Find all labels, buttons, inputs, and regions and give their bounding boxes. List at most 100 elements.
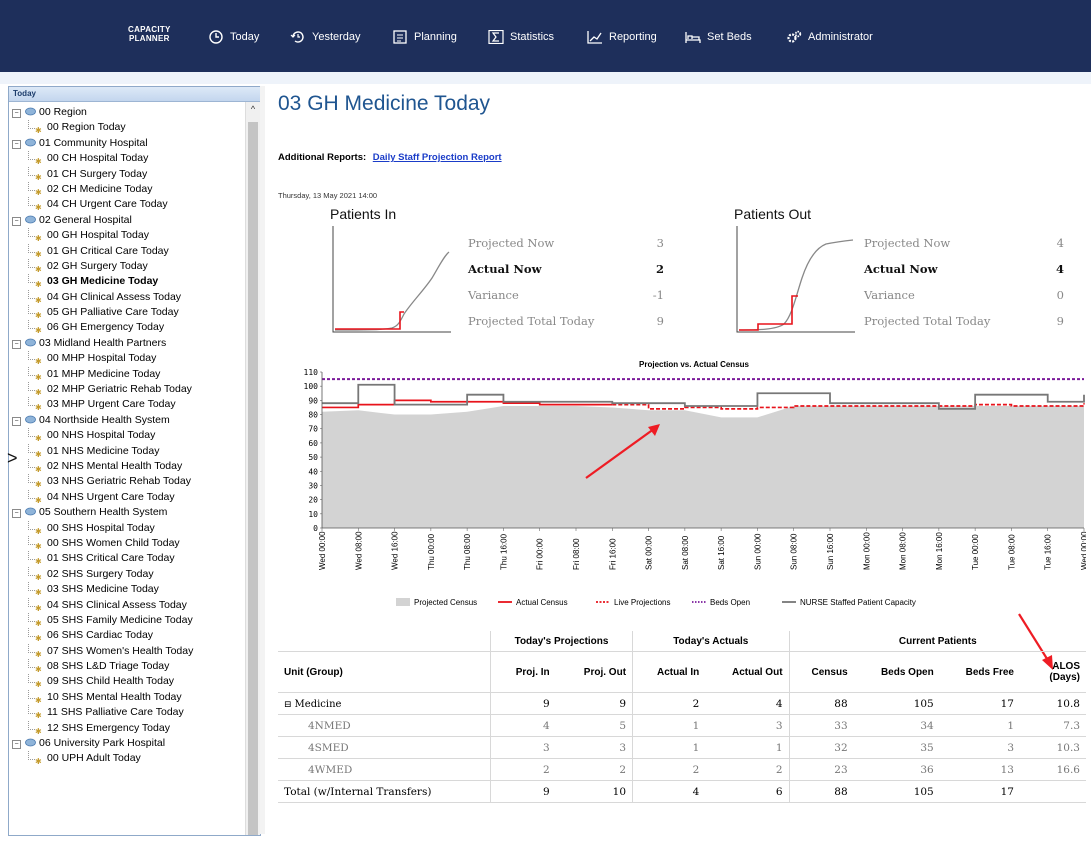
annotation-arrow-chart	[585, 424, 660, 479]
tree-group[interactable]: − 06 University Park Hospital	[9, 736, 245, 751]
tree-item[interactable]: ✱ 00 SHS Hospital Today	[9, 520, 245, 536]
nav-administrator[interactable]: Administrator	[786, 30, 873, 44]
tree-item[interactable]: ✱ 03 SHS Medicine Today	[9, 582, 245, 597]
tree-item[interactable]: ✱ 01 MHP Medicine Today	[9, 366, 245, 382]
tree-connector	[28, 612, 35, 622]
collapse-toggle-icon[interactable]: −	[12, 740, 21, 750]
tree-group[interactable]: − 03 Midland Health Partners	[9, 336, 245, 351]
tree-item[interactable]: ✱ 00 Region Today	[9, 120, 245, 135]
tree-item[interactable]: ✱ 09 SHS Child Health Today	[9, 674, 245, 689]
tree-item[interactable]: ✱ 04 GH Clinical Assess Today	[9, 289, 245, 305]
col-unit-group[interactable]: Unit (Group)	[278, 651, 491, 693]
tree-item[interactable]: ✱ 04 SHS Clinical Assess Today	[9, 597, 245, 613]
tree-item[interactable]: ✱ 11 SHS Palliative Care Today	[9, 705, 245, 720]
col-alos-days[interactable]: ALOS (Days)	[1020, 651, 1086, 693]
x-tick-label: Thu 08:00	[463, 533, 472, 570]
scroll-up-arrow-icon[interactable]: ^	[246, 102, 260, 116]
col-proj-out[interactable]: Proj. Out	[555, 651, 633, 693]
tree-group[interactable]: − 04 Northside Health System	[9, 413, 245, 428]
tree-item[interactable]: ✱ 06 SHS Cardiac Today	[9, 628, 245, 643]
nav-today[interactable]: Today	[208, 30, 259, 44]
tree-item[interactable]: ✱ 00 UPH Adult Today	[9, 751, 245, 766]
tree-item[interactable]: ✱ 06 GH Emergency Today	[9, 320, 245, 335]
tree-item[interactable]: ✱ 01 CH Surgery Today	[9, 166, 245, 182]
tree-item[interactable]: ✱ 04 CH Urgent Care Today	[9, 197, 245, 212]
tree-item[interactable]: ✱ 00 MHP Hospital Today	[9, 351, 245, 366]
tree-item[interactable]: ✱ 12 SHS Emergency Today	[9, 720, 245, 736]
tree-label: 00 MHP Hospital Today	[47, 352, 157, 365]
tree-item[interactable]: ✱ 01 GH Critical Care Today	[9, 243, 245, 259]
collapse-toggle-icon[interactable]: −	[12, 416, 21, 426]
census-chart: Projection vs. Actual Census 01020304050…	[304, 360, 1086, 607]
tree-group[interactable]: − 05 Southern Health System	[9, 505, 245, 520]
tree-label: 01 Community Hospital	[39, 136, 148, 149]
tree-label: 04 CH Urgent Care Today	[47, 198, 168, 211]
table-row[interactable]: 4NMED 4 5 1 3 33 34 1 7.3	[278, 714, 1086, 737]
tree-label: 00 NHS Hospital Today	[47, 429, 156, 442]
nav-reporting[interactable]: Reporting	[587, 30, 657, 44]
tree-group[interactable]: − 01 Community Hospital	[9, 136, 245, 151]
tree-item[interactable]: ✱ 01 SHS Critical Care Today	[9, 551, 245, 566]
tree-item[interactable]: ✱ 07 SHS Women's Health Today	[9, 643, 245, 659]
nav-statistics[interactable]: Statistics	[488, 30, 554, 44]
tree-item[interactable]: ✱ 02 GH Surgery Today	[9, 258, 245, 274]
tree-item[interactable]: ✱ 00 SHS Women Child Today	[9, 535, 245, 551]
tree-item[interactable]: ✱ 02 MHP Geriatric Rehab Today	[9, 382, 245, 397]
nav-yesterday[interactable]: Yesterday	[290, 30, 361, 44]
tree-item[interactable]: ✱ 01 NHS Medicine Today	[9, 443, 245, 459]
col-census[interactable]: Census	[788, 651, 854, 693]
tree-item[interactable]: ✱ 05 SHS Family Medicine Today	[9, 612, 245, 628]
tree-item[interactable]: ✱ 05 GH Palliative Care Today	[9, 305, 245, 320]
panel-splitter[interactable]	[260, 86, 265, 834]
tree-item[interactable]: ✱ 03 GH Medicine Today	[9, 274, 245, 289]
nav-set-beds[interactable]: Set Beds	[685, 30, 752, 44]
app-logo[interactable]: CAPACITY PLANNER	[128, 25, 171, 43]
tree-scrollbar[interactable]: ^	[245, 102, 260, 835]
tree-group[interactable]: − 00 Region	[9, 105, 245, 120]
tree-item[interactable]: ✱ 03 MHP Urgent Care Today	[9, 397, 245, 412]
stat-value: 4	[1056, 236, 1064, 250]
unit-cell: 4NMED	[278, 714, 491, 737]
col-actual-in[interactable]: Actual In	[632, 651, 706, 693]
col-actual-out[interactable]: Actual Out	[705, 651, 790, 693]
legend-label: Actual Census	[516, 598, 568, 607]
tree-item[interactable]: ✱ 04 NHS Urgent Care Today	[9, 489, 245, 505]
stat-label: Projected Total Today	[468, 314, 595, 328]
navigation-tree-panel: Today −00 Region ✱ 00 Region Today −01 Comm…	[8, 86, 261, 836]
hospital-group-icon	[25, 107, 36, 116]
scrollbar-thumb[interactable]	[248, 122, 258, 835]
tree-item[interactable]: ✱ 08 SHS L&D Triage Today	[9, 659, 245, 674]
value-cell: 35	[853, 736, 940, 759]
tree-item[interactable]: ✱ 00 NHS Hospital Today	[9, 428, 245, 443]
tree-item[interactable]: ✱ 00 GH Hospital Today	[9, 228, 245, 243]
daily-staff-projection-link[interactable]: Daily Staff Projection Report	[373, 152, 502, 163]
col-beds-open[interactable]: Beds Open	[853, 651, 940, 693]
tree-item[interactable]: ✱ 02 CH Medicine Today	[9, 181, 245, 197]
collapse-toggle-icon[interactable]: −	[12, 216, 21, 226]
tree-label: 04 GH Clinical Assess Today	[47, 290, 182, 303]
table-row[interactable]: 4SMED 3 3 1 1 32 35 3 10.3	[278, 736, 1086, 759]
tree-item[interactable]: ✱ 02 NHS Mental Health Today	[9, 458, 245, 474]
collapse-toggle-icon[interactable]: −	[12, 139, 21, 149]
tree-item[interactable]: ✱ 10 SHS Mental Health Today	[9, 689, 245, 705]
total-row[interactable]: Total (w/Internal Transfers) 9 10 4 6 88 105 17	[278, 780, 1086, 803]
nav-planning[interactable]: Planning	[392, 30, 457, 44]
tree-item[interactable]: ✱ 03 NHS Geriatric Rehab Today	[9, 474, 245, 489]
table-row[interactable]: 4WMED 2 2 2 2 23 36 13 16.6	[278, 758, 1086, 781]
value-cell: 2	[632, 758, 706, 781]
hospital-group-icon	[25, 138, 36, 147]
tree-item[interactable]: ✱ 00 CH Hospital Today	[9, 151, 245, 166]
tree-connector	[28, 305, 35, 315]
tree-item[interactable]: ✱ 02 SHS Surgery Today	[9, 566, 245, 582]
group-expander-icon[interactable]: ⊟	[284, 700, 292, 710]
collapse-toggle-icon[interactable]: −	[12, 109, 21, 118]
table-row[interactable]: ⊟ Medicine 9 9 2 4 88 105 17 10.8	[278, 692, 1086, 715]
col-proj-in[interactable]: Proj. In	[490, 651, 556, 693]
tree-label: 12 SHS Emergency Today	[47, 721, 170, 734]
collapse-toggle-icon[interactable]: −	[12, 339, 21, 349]
tree-label: 02 GH Surgery Today	[47, 259, 148, 272]
tree-label: 05 SHS Family Medicine Today	[47, 613, 193, 626]
collapse-toggle-icon[interactable]: −	[12, 509, 21, 519]
col-beds-free[interactable]: Beds Free	[939, 651, 1020, 693]
tree-group[interactable]: − 02 General Hospital	[9, 213, 245, 228]
